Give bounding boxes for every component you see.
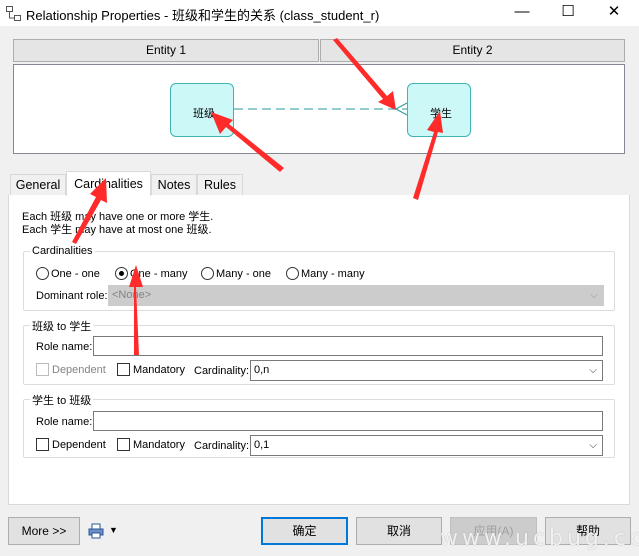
radio-one-many[interactable] xyxy=(115,267,128,280)
print-options-button[interactable]: ▼ xyxy=(86,521,122,541)
role2-dependent-label[interactable]: Dependent xyxy=(52,439,106,451)
printer-icon xyxy=(88,523,104,539)
relationship-icon xyxy=(6,6,21,21)
entity1-box[interactable]: 班级 xyxy=(170,83,234,137)
title-bar: Relationship Properties - 班级和学生的关系 (clas… xyxy=(0,0,639,26)
chevron-down-icon: ⌵ xyxy=(590,290,598,301)
entity2-header[interactable]: Entity 2 xyxy=(320,39,625,62)
radio-many-many-label[interactable]: Many - many xyxy=(301,268,365,280)
entity1-name: 班级 xyxy=(193,108,215,120)
role2-cardinality-value: 0,1 xyxy=(254,439,270,451)
radio-one-one[interactable] xyxy=(36,267,49,280)
tab-general[interactable]: General xyxy=(10,174,66,196)
chevron-down-icon: ⌵ xyxy=(589,365,597,376)
role2-cardinality-label: Cardinality: xyxy=(194,440,250,452)
relationship-connector xyxy=(234,102,408,116)
role1-mandatory-checkbox[interactable] xyxy=(117,363,130,376)
role1-name-label: Role name: xyxy=(36,341,93,353)
radio-one-many-label[interactable]: One - many xyxy=(130,268,187,280)
role1-cardinality-value: 0,n xyxy=(254,364,270,376)
radio-one-one-label[interactable]: One - one xyxy=(51,268,100,280)
entity1-header[interactable]: Entity 1 xyxy=(13,39,319,62)
radio-many-many[interactable] xyxy=(286,267,299,280)
role1-dependent-label: Dependent xyxy=(52,364,106,376)
tab-notes[interactable]: Notes xyxy=(151,174,197,196)
cancel-button[interactable]: 取消 xyxy=(356,517,442,545)
close-button[interactable]: ✕ xyxy=(591,0,637,26)
role2-mandatory-label[interactable]: Mandatory xyxy=(133,439,185,451)
maximize-button[interactable]: ☐ xyxy=(545,0,591,26)
entity2-name: 学生 xyxy=(430,108,452,120)
role1-mandatory-label[interactable]: Mandatory xyxy=(133,364,185,376)
role1-group-label: 班级 to 学生 xyxy=(30,318,94,334)
radio-many-one-label[interactable]: Many - one xyxy=(216,268,271,280)
cardinalities-group-label: Cardinalities xyxy=(30,245,95,257)
caret-down-icon: ▼ xyxy=(109,525,118,535)
role2-cardinality-select[interactable]: 0,1 ⌵ xyxy=(250,435,603,456)
more-button[interactable]: More >> xyxy=(8,517,80,545)
role2-group-label: 学生 to 班级 xyxy=(30,392,94,408)
role1-dependent-checkbox xyxy=(36,363,49,376)
radio-many-one[interactable] xyxy=(201,267,214,280)
dominant-role-value: <None> xyxy=(112,289,152,301)
tab-rules[interactable]: Rules xyxy=(197,174,243,196)
relationship-diagram: 班级 学生 xyxy=(13,64,625,154)
ok-button[interactable]: 确定 xyxy=(261,517,348,545)
role1-cardinality-label: Cardinality: xyxy=(194,365,250,377)
summary-line-2: Each 学生 may have at most one 班级. xyxy=(22,224,212,236)
tab-cardinalities[interactable]: Cardinalities xyxy=(66,171,151,196)
role2-name-input[interactable] xyxy=(93,411,603,431)
minimize-button[interactable]: — xyxy=(499,0,545,26)
chevron-down-icon: ⌵ xyxy=(589,440,597,451)
role2-name-label: Role name: xyxy=(36,416,93,428)
role2-dependent-checkbox[interactable] xyxy=(36,438,49,451)
role1-cardinality-select[interactable]: 0,n ⌵ xyxy=(250,360,603,381)
entity2-box[interactable]: 学生 xyxy=(407,83,471,137)
watermark: www.ucbug.cc xyxy=(440,526,639,551)
dominant-role-select: <None> ⌵ xyxy=(108,285,604,306)
role2-mandatory-checkbox[interactable] xyxy=(117,438,130,451)
window-title: Relationship Properties - 班级和学生的关系 (clas… xyxy=(26,8,380,23)
role1-name-input[interactable] xyxy=(93,336,603,356)
dominant-role-label: Dominant role: xyxy=(36,290,108,302)
